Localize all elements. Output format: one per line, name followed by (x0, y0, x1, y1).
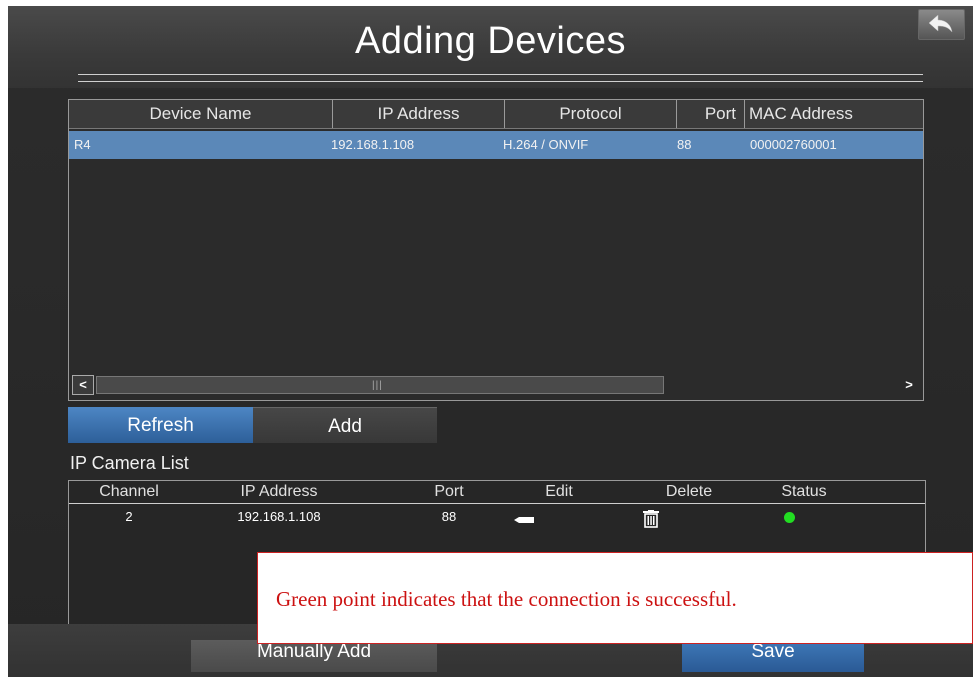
device-search-table: Device Name IP Address Protocol Port MAC… (68, 99, 924, 401)
annotation-callout: Green point indicates that the connectio… (257, 552, 973, 644)
ip-address-cell: 192.168.1.108 (237, 509, 321, 524)
column-header-ip-address[interactable]: IP Address (333, 100, 505, 128)
column-header-channel: Channel (99, 483, 159, 500)
column-header-protocol[interactable]: Protocol (505, 100, 677, 128)
back-button[interactable] (918, 9, 965, 40)
manually-add-button[interactable]: Manually Add (191, 640, 437, 672)
column-header-port: Port (434, 483, 464, 500)
column-header-delete: Delete (665, 483, 713, 500)
back-arrow-icon (928, 14, 953, 33)
device-name-cell: R4 (74, 137, 91, 152)
port-cell: 88 (441, 509, 457, 524)
page-title: Adding Devices (354, 20, 627, 62)
column-header-edit: Edit (545, 483, 573, 500)
column-header-mac-address[interactable]: MAC Address (745, 100, 925, 128)
title-divider (78, 81, 923, 82)
port-cell: 88 (677, 137, 692, 152)
column-header-status: Status (781, 483, 827, 500)
grip-icon: ||| (372, 380, 383, 391)
device-table-header: Device Name IP Address Protocol Port MAC… (69, 100, 923, 129)
mac-address-cell: 000002760001 (750, 137, 837, 152)
refresh-button[interactable]: Refresh (68, 407, 253, 443)
status-connected-icon (784, 512, 795, 523)
callout-text: Green point indicates that the connectio… (276, 587, 737, 611)
scroll-left-icon[interactable]: < (72, 375, 94, 395)
save-button[interactable]: Save (682, 640, 864, 672)
table-row[interactable]: R4 192.168.1.108 H.264 / ONVIF 88 000002… (69, 131, 923, 159)
column-header-ip-address: IP Address (240, 483, 318, 500)
scrollbar-thumb[interactable]: ||| (96, 376, 664, 394)
trash-icon[interactable] (642, 510, 660, 528)
title-bar: Adding Devices (8, 6, 973, 88)
edit-icon[interactable] (514, 517, 534, 523)
add-button[interactable]: Add (253, 407, 437, 443)
title-divider (78, 74, 923, 75)
camera-table-header: Channel IP Address Port Edit Delete Stat… (69, 481, 925, 504)
horizontal-scrollbar[interactable]: < ||| > (72, 375, 920, 395)
protocol-cell: H.264 / ONVIF (503, 137, 589, 152)
channel-cell: 2 (125, 509, 133, 524)
column-header-device-name[interactable]: Device Name (69, 100, 333, 128)
ip-camera-list-label: IP Camera List (70, 453, 189, 473)
column-header-port[interactable]: Port (677, 100, 745, 128)
scroll-right-icon[interactable]: > (898, 375, 920, 395)
ip-address-cell: 192.168.1.108 (331, 137, 415, 152)
